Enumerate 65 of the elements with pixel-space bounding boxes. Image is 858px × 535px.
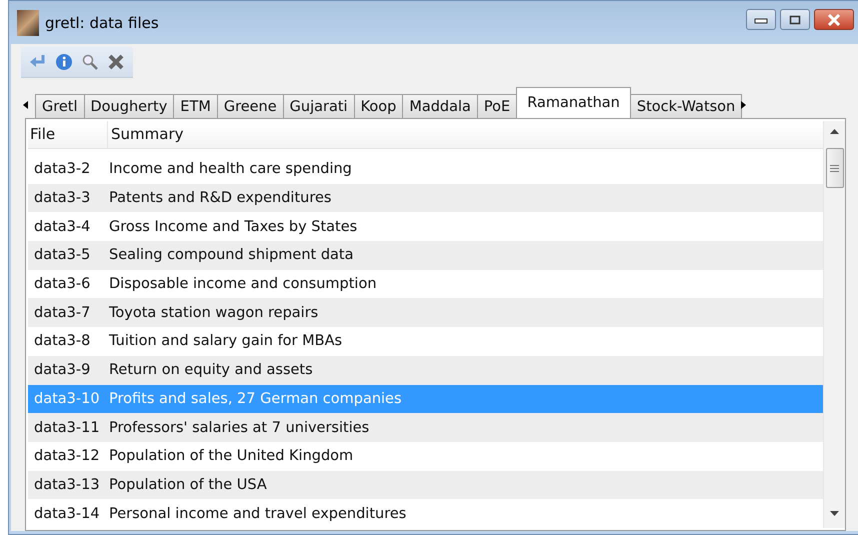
table-row[interactable]: data3-7 Toyota station wagon repairs [28, 298, 823, 328]
summary-cell: Sealing compound shipment data [109, 247, 354, 264]
table-row[interactable]: data3-12 Population of the United Kingdom [28, 442, 823, 471]
table-row[interactable]: data3-6 Disposable income and consumption [28, 270, 823, 298]
summary-cell: Tuition and salary gain for MBAs [109, 333, 342, 350]
scrollbar[interactable] [823, 121, 845, 528]
file-cell-text: data3-4 [33, 218, 92, 235]
tab[interactable]: Stock-Watson [630, 94, 742, 118]
tab[interactable]: Dougherty [84, 94, 174, 118]
file-cell-text: data3-14 [33, 506, 101, 522]
file-cell-text: data3-7 [33, 304, 92, 321]
maximize-icon [789, 14, 801, 24]
summary-cell: Profits and sales, 27 German companies [109, 390, 402, 407]
table-row[interactable]: data3-14 Personal income and travel expenditures [28, 499, 823, 528]
file-cell-text: data3-11 [33, 420, 101, 436]
summary-cell: Population of the United Kingdom [109, 448, 354, 464]
file-cell-text: data3-6 [33, 276, 92, 292]
maximize-button[interactable] [780, 9, 810, 30]
tab[interactable]: Koop [354, 94, 404, 118]
scroll-up-icon[interactable] [830, 129, 839, 134]
table-row[interactable]: data3-4 Gross Income and Taxes by States [28, 212, 823, 242]
file-cell-text: data3-5 [33, 247, 92, 264]
search-icon[interactable] [81, 53, 99, 71]
file-cell-text: data3-8 [33, 333, 92, 350]
summary-cell: Professors' salaries at 7 universities [109, 420, 370, 436]
tab[interactable]: Greene [216, 94, 284, 118]
close-icon [827, 14, 841, 26]
app-icon [17, 10, 39, 36]
table-row[interactable]: data3-5 Sealing compound shipment data [28, 241, 823, 270]
file-cell-text: data3-10 [33, 390, 101, 407]
minimize-button[interactable] [746, 9, 776, 30]
tab[interactable]: Maddala [402, 94, 478, 118]
tab[interactable]: Gretl [35, 94, 85, 118]
file-cell-text: data3-12 [33, 448, 101, 464]
summary-cell: Gross Income and Taxes by States [109, 218, 358, 235]
table-row[interactable]: data3-8 Tuition and salary gain for MBAs [28, 327, 823, 356]
column-header[interactable]: Summary [108, 121, 823, 148]
tab[interactable]: ETM [173, 94, 218, 118]
file-cell-text: data3-13 [33, 476, 101, 493]
summary-cell: Toyota station wagon repairs [109, 304, 318, 321]
scroll-down-icon[interactable] [830, 510, 839, 516]
tab[interactable]: PoE [476, 94, 518, 118]
summary-cell: Disposable income and consumption [109, 276, 377, 292]
scroll-thumb[interactable] [826, 148, 844, 188]
table-row[interactable]: data3-13 Population of the USA [28, 470, 823, 500]
summary-cell: Return on equity and assets [109, 362, 313, 378]
delete-icon[interactable] [107, 53, 125, 71]
table-row[interactable]: data3-3 Patents and R&D expenditures [28, 184, 823, 212]
summary-cell: Personal income and travel expenditures [109, 506, 406, 522]
minimize-icon [754, 16, 768, 24]
info-icon[interactable] [55, 53, 73, 71]
file-cell-text: data3-3 [33, 190, 92, 206]
summary-cell: Income and health care spending [109, 161, 352, 178]
table-row[interactable]: data3-9 Return on equity and assets [28, 356, 823, 384]
summary-cell: Patents and R&D expenditures [109, 190, 332, 206]
table-row[interactable]: data3-2 Income and health care spending [28, 155, 823, 184]
file-cell-text: data3-9 [33, 362, 92, 378]
tab[interactable]: Ramanathan [516, 87, 631, 118]
window-title: gretl: data files [45, 14, 160, 32]
file-cell-text: data3-2 [33, 161, 92, 178]
close-button[interactable] [814, 9, 854, 30]
table-row[interactable]: data3-11 Professors' salaries at 7 universities [28, 413, 823, 442]
summary-cell: Population of the USA [109, 476, 267, 493]
column-header[interactable]: File [28, 121, 108, 148]
tab[interactable]: Gujarati [282, 94, 355, 118]
